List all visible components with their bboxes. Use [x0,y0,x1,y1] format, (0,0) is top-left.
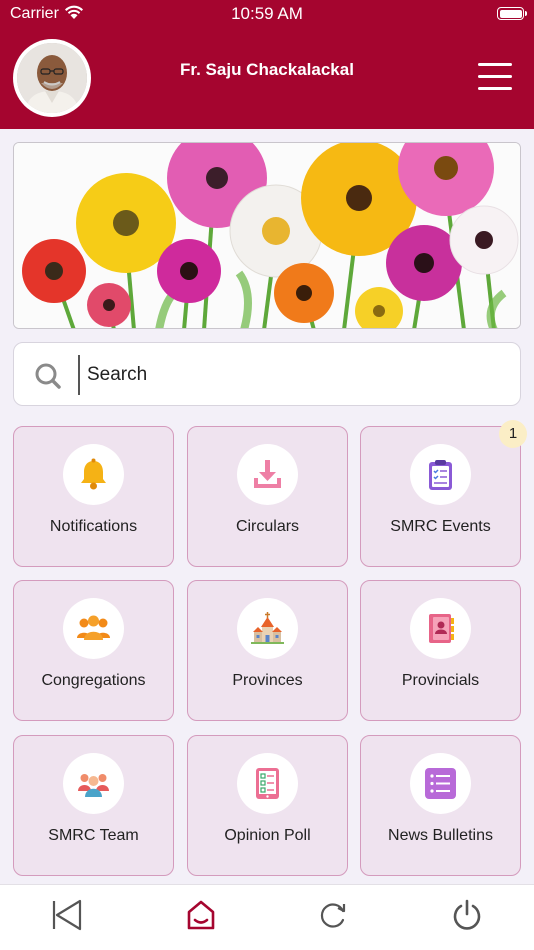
status-time: 10:59 AM [231,4,303,23]
refresh-icon[interactable] [318,899,348,931]
tile-label: News Bulletins [388,827,493,844]
tile-label: Congregations [41,672,146,689]
flower-banner-image [13,142,521,329]
contact-book-icon [429,614,454,643]
tile-label: Provincials [401,672,480,689]
tablet-poll-icon [256,768,279,799]
church-icon [251,612,284,644]
tile-opinion-poll[interactable]: Opinion Poll [187,735,348,876]
tile-label: SMRC Team [48,827,139,844]
power-icon[interactable] [451,899,483,931]
tile-circulars[interactable]: Circulars [187,426,348,567]
hamburger-menu-icon[interactable] [478,63,512,91]
tile-smrc-events[interactable]: SMRC Events [360,426,521,567]
app-header: Carrier 10:59 AM Fr. Saju Chackalackal [0,0,534,129]
tile-label: Provinces [232,672,303,689]
tile-label: Opinion Poll [224,827,311,844]
status-bar: Carrier 10:59 AM [0,0,534,28]
search-input[interactable]: Search [87,364,147,386]
tile-label: SMRC Events [390,518,491,535]
tile-provinces[interactable]: Provinces [187,580,348,721]
battery-icon [497,7,527,20]
group-icon [77,615,110,640]
tile-smrc-team[interactable]: SMRC Team [13,735,174,876]
tile-label: Circulars [235,518,300,535]
tile-label: Notifications [49,518,138,535]
tile-congregations[interactable]: Congregations [13,580,174,721]
bottom-tab-bar [0,884,534,950]
download-icon [254,460,281,488]
search-icon [35,363,61,389]
list-icon [425,768,456,799]
text-cursor [78,355,80,395]
team-icon [78,774,109,797]
search-bar[interactable]: Search [13,342,521,406]
clipboard-checklist-icon [429,460,452,490]
page-title: Fr. Saju Chackalackal [180,60,354,79]
tile-notifications[interactable]: Notifications [13,426,174,567]
tile-provincials[interactable]: Provincials [360,580,521,721]
home-icon[interactable] [186,899,216,931]
tile-news-bulletins[interactable]: News Bulletins [360,735,521,876]
notification-badge: 1 [499,420,527,448]
bell-icon [81,458,106,490]
back-icon[interactable] [51,899,83,931]
